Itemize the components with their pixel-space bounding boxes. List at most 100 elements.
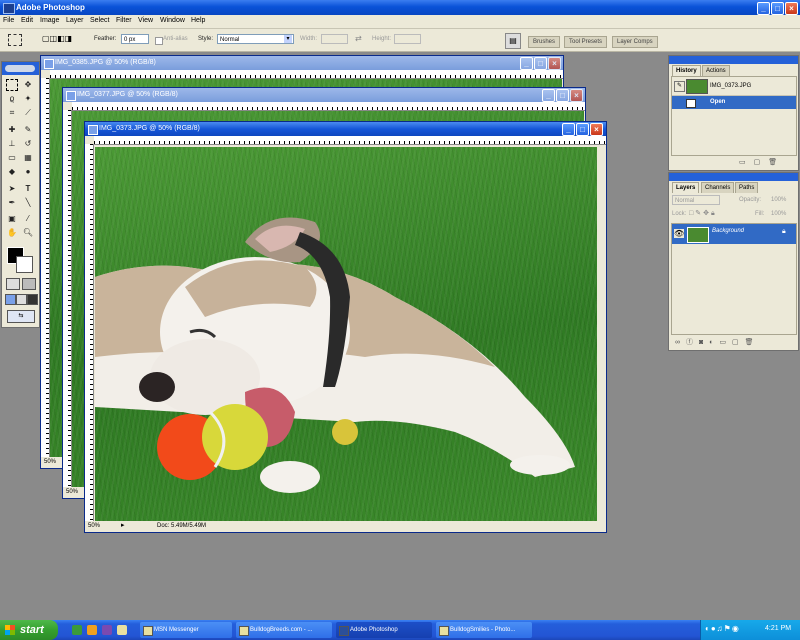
start-button[interactable]: start: [0, 620, 58, 640]
crop-tool-icon[interactable]: ⌗: [6, 107, 18, 119]
minimize-icon[interactable]: _: [757, 2, 770, 15]
history-state-open: Open: [710, 99, 726, 105]
screen-mode-standard-icon[interactable]: [5, 294, 16, 305]
menu-window[interactable]: Window: [160, 17, 185, 24]
height-label: Height:: [372, 36, 392, 42]
maximize-icon[interactable]: □: [771, 2, 784, 15]
document-title-bar[interactable]: IMG_0377.JPG @ 50% (RGB/8) _ □ ×: [63, 88, 585, 102]
doc-close-icon[interactable]: ×: [548, 57, 561, 70]
file-browser-icon[interactable]: ▤: [505, 33, 521, 49]
doc-minimize-icon[interactable]: _: [562, 123, 575, 136]
tab-actions[interactable]: Actions: [702, 65, 730, 76]
history-brush-icon[interactable]: ↺: [22, 138, 34, 150]
status-menu-arrow-icon[interactable]: ▸: [121, 521, 125, 531]
tab-paths[interactable]: Paths: [735, 182, 759, 193]
hand-tool-icon[interactable]: ✋: [6, 227, 18, 239]
magic-wand-icon[interactable]: ✦: [22, 93, 34, 105]
task-bulldogsmilies[interactable]: BulldogSmilies - Photo...: [436, 622, 532, 638]
layers-footer-icons[interactable]: ∞ⓕ◙◐▭▢🗑︎: [675, 337, 760, 347]
pen-tool-icon[interactable]: ✒: [6, 197, 18, 209]
tab-history[interactable]: History: [672, 65, 701, 76]
menu-select[interactable]: Select: [90, 17, 109, 24]
palette-well-tool-presets[interactable]: Tool Presets: [564, 36, 608, 48]
doc-close-icon[interactable]: ×: [570, 89, 583, 102]
screen-mode-full-menu-icon[interactable]: [16, 294, 27, 305]
tray-icons[interactable]: ◐●♫⚑◉: [705, 624, 740, 633]
layer-row-background[interactable]: 👁︎ Background 🔒︎: [672, 224, 796, 244]
doc-close-icon[interactable]: ×: [590, 123, 603, 136]
selection-mode-icons[interactable]: ▢◫◧◨: [42, 34, 86, 45]
eyedropper-icon[interactable]: ⁄: [22, 213, 34, 225]
marquee-tool-icon[interactable]: [6, 79, 18, 91]
line-tool-icon[interactable]: ╲: [22, 197, 34, 209]
style-select[interactable]: Normal ▾: [217, 34, 294, 44]
type-tool-icon[interactable]: T: [22, 183, 34, 195]
move-tool-icon[interactable]: ✥: [22, 79, 34, 91]
task-bulldogbreeds[interactable]: BulldogBreeds.com - ...: [236, 622, 332, 638]
vertical-ruler: [63, 110, 72, 488]
image-canvas-dog-photo[interactable]: [95, 147, 597, 522]
background-color-swatch[interactable]: [16, 256, 33, 273]
history-footer-icons[interactable]: ▭▢🗑︎: [739, 158, 785, 166]
document-window-img-0373[interactable]: IMG_0373.JPG @ 50% (RGB/8) _ □ × 50% ▸ D…: [84, 121, 607, 533]
antialias-checkbox[interactable]: [155, 37, 163, 45]
dodge-tool-icon[interactable]: ●: [22, 166, 34, 178]
opacity-value[interactable]: 100%: [771, 197, 786, 203]
zoom-level[interactable]: 50%: [44, 457, 56, 467]
doc-maximize-icon[interactable]: □: [556, 89, 569, 102]
fill-value[interactable]: 100%: [771, 211, 786, 217]
menu-filter[interactable]: Filter: [116, 17, 132, 24]
doc-maximize-icon[interactable]: □: [576, 123, 589, 136]
palette-well-layer-comps[interactable]: Layer Comps: [612, 36, 658, 48]
marquee-tool-preset-icon[interactable]: [8, 34, 22, 46]
lock-icons[interactable]: □✎✥🔒︎: [689, 209, 717, 218]
jump-to-imageready-icon[interactable]: ⇆: [7, 310, 35, 323]
feather-logo-icon[interactable]: [5, 65, 35, 72]
palette-well-brushes[interactable]: Brushes: [528, 36, 561, 48]
tab-layers[interactable]: Layers: [672, 182, 700, 193]
standard-mode-icon[interactable]: [6, 278, 20, 290]
menu-help[interactable]: Help: [191, 17, 205, 24]
blur-tool-icon[interactable]: ◆: [6, 166, 18, 178]
menu-edit[interactable]: Edit: [21, 17, 33, 24]
screen-mode-full-icon[interactable]: [27, 294, 38, 305]
feather-input[interactable]: 0 px: [121, 34, 149, 44]
slice-tool-icon[interactable]: ⟋: [22, 107, 34, 119]
quick-launch-icon[interactable]: [87, 625, 97, 635]
zoom-tool-icon[interactable]: 🔍︎: [22, 227, 34, 239]
brush-tool-icon[interactable]: ✎: [22, 124, 34, 136]
tab-channels[interactable]: Channels: [701, 182, 735, 193]
menu-file[interactable]: File: [3, 17, 14, 24]
eraser-tool-icon[interactable]: ▭: [6, 152, 18, 164]
close-icon[interactable]: ×: [785, 2, 798, 15]
healing-brush-icon[interactable]: ✚: [6, 124, 18, 136]
quick-launch-icon[interactable]: [102, 625, 112, 635]
history-state-row[interactable]: Open: [672, 96, 796, 109]
path-select-icon[interactable]: ➤: [6, 183, 18, 195]
menu-view[interactable]: View: [138, 17, 153, 24]
blend-mode-select[interactable]: Normal: [672, 195, 720, 205]
document-title-bar[interactable]: IMG_0385.JPG @ 50% (RGB/8) _ □ ×: [41, 56, 563, 70]
doc-maximize-icon[interactable]: □: [534, 57, 547, 70]
zoom-level[interactable]: 50%: [88, 521, 100, 531]
menu-layer[interactable]: Layer: [66, 17, 84, 24]
lasso-tool-icon[interactable]: ϱ: [6, 93, 18, 105]
document-title-bar[interactable]: IMG_0373.JPG @ 50% (RGB/8) _ □ ×: [85, 122, 606, 136]
notes-tool-icon[interactable]: ▣: [6, 213, 18, 225]
menu-image[interactable]: Image: [40, 17, 59, 24]
eye-icon[interactable]: 👁︎: [674, 229, 684, 238]
quick-launch-icon[interactable]: [72, 625, 82, 635]
gradient-tool-icon[interactable]: ▦: [22, 152, 34, 164]
doc-minimize-icon[interactable]: _: [520, 57, 533, 70]
zoom-level[interactable]: 50%: [66, 487, 78, 497]
task-adobe-photoshop[interactable]: Adobe Photoshop: [336, 622, 432, 638]
history-snapshot-row[interactable]: ✎ IMG_0373.JPG: [672, 77, 796, 96]
panel-header[interactable]: [669, 173, 798, 181]
task-msn-messenger[interactable]: MSN Messenger: [140, 622, 232, 638]
quick-mask-icon[interactable]: [22, 278, 36, 290]
brush-source-icon[interactable]: ✎: [674, 81, 685, 92]
quick-launch-icon[interactable]: [117, 625, 127, 635]
doc-minimize-icon[interactable]: _: [542, 89, 555, 102]
clone-stamp-icon[interactable]: ⊥: [6, 138, 18, 150]
panel-header[interactable]: [669, 56, 798, 64]
